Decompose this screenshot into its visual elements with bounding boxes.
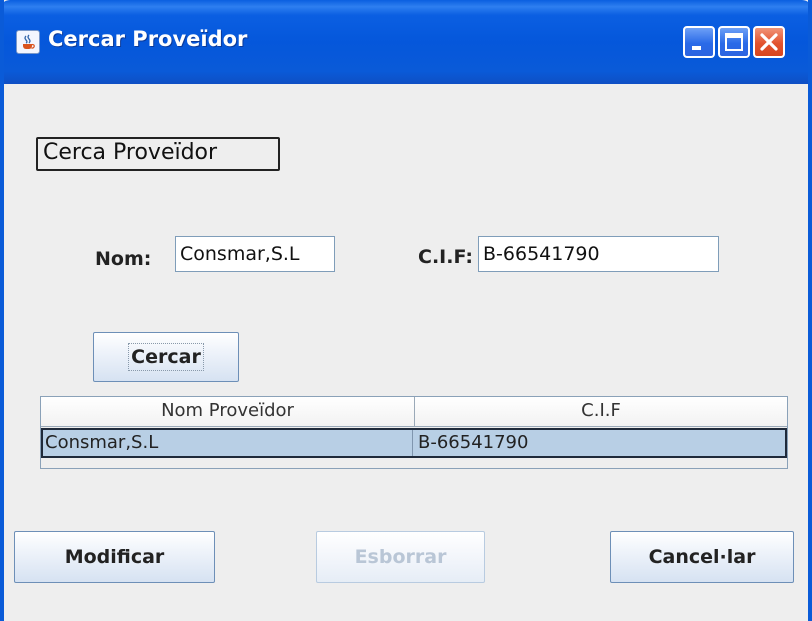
column-header-nom[interactable]: Nom Proveïdor xyxy=(41,397,415,427)
close-button[interactable] xyxy=(753,26,785,58)
table-row[interactable]: Consmar,S.L B-66541790 xyxy=(41,428,787,458)
close-icon xyxy=(760,33,778,51)
maximize-icon xyxy=(725,33,743,51)
maximize-button[interactable] xyxy=(718,26,750,58)
cif-label: C.I.F: xyxy=(418,246,473,268)
cif-input[interactable]: B-66541790 xyxy=(478,236,719,272)
modify-button[interactable]: Modificar xyxy=(14,531,215,583)
nom-input[interactable]: Consmar,S.L xyxy=(175,236,335,272)
title-bar[interactable]: Cercar Proveïdor xyxy=(4,0,808,84)
window-title: Cercar Proveïdor xyxy=(48,27,248,51)
table-cell-nom: Consmar,S.L xyxy=(43,430,413,456)
nom-label: Nom: xyxy=(95,248,152,270)
section-title: Cerca Proveïdor xyxy=(36,137,280,171)
search-supplier-window: Cercar Proveïdor Cerca Proveïdor Nom: Co… xyxy=(0,0,812,621)
cancel-button[interactable]: Cancel·lar xyxy=(610,531,794,583)
search-button[interactable]: Cercar xyxy=(93,332,239,382)
table-header: Nom Proveïdor C.I.F xyxy=(41,397,787,427)
results-table[interactable]: Nom Proveïdor C.I.F Consmar,S.L B-665417… xyxy=(40,396,788,469)
minimize-button[interactable] xyxy=(683,26,715,58)
search-button-label: Cercar xyxy=(128,343,204,371)
table-cell-cif: B-66541790 xyxy=(418,432,529,453)
minimize-icon xyxy=(692,46,701,50)
java-cup-icon xyxy=(16,30,40,54)
column-header-cif[interactable]: C.I.F xyxy=(415,397,787,427)
delete-button: Esborrar xyxy=(316,531,485,583)
